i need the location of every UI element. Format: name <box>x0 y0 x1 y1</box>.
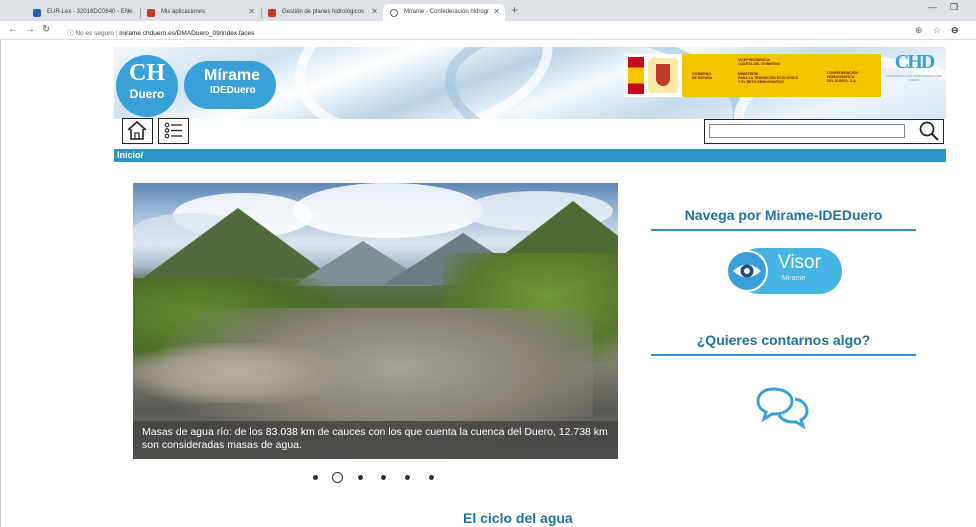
carousel-dot[interactable] <box>381 475 386 480</box>
list-menu-icon <box>164 122 182 139</box>
home-icon <box>127 120 147 140</box>
logo-duero-text: Duero <box>129 87 165 101</box>
tab-title: Mis aplicaciones <box>161 9 206 15</box>
insecure-label: No es seguro <box>75 30 114 37</box>
spain-coat-of-arms-icon <box>648 58 678 93</box>
carousel-dot[interactable] <box>313 475 318 480</box>
tab-eurlex[interactable]: EUR-Lex - 32018DC0640 - EN - ✕ <box>26 4 138 21</box>
search-box <box>704 119 944 144</box>
carousel-dot[interactable] <box>358 475 363 480</box>
logo-mirame-text: Mírame <box>204 67 261 84</box>
close-icon[interactable]: ✕ <box>493 7 500 16</box>
home-button[interactable] <box>122 118 153 144</box>
search-icon[interactable] <box>917 120 941 142</box>
tab-title: EUR-Lex - 32018DC0640 - EN - <box>47 9 133 15</box>
visor-sublabel: Mirame <box>782 275 806 282</box>
zoom-icon[interactable]: ⊕ <box>915 25 923 36</box>
contact-title: ¿Quieres contarnos algo? <box>696 332 871 348</box>
mirame-logo[interactable]: Mírame IDEDuero <box>184 61 276 109</box>
vicepresidencia-text: VICEPRESIDENCIA CUARTA DEL GOBIERNO <box>738 58 781 66</box>
app-favicon-icon <box>268 9 276 17</box>
tab-title: Mírame - Confederación hidrogr <box>404 9 490 15</box>
logo-ch-text: CH <box>129 60 165 86</box>
visor-label: Visor <box>778 252 821 273</box>
ch-duero-logo[interactable]: CH Duero <box>116 55 178 117</box>
globe-favicon-icon <box>390 9 398 17</box>
close-icon[interactable]: ✕ <box>248 7 255 16</box>
carousel-indicators <box>313 472 443 484</box>
carousel-dot-active[interactable] <box>332 472 343 483</box>
restore-icon[interactable]: ❐ <box>950 2 958 13</box>
url-text: mirame.chduero.es/DMADuero_09/index.face… <box>119 30 255 37</box>
breadcrumb[interactable]: Inicio/ <box>117 150 143 160</box>
app-favicon-icon <box>147 9 155 17</box>
chd-subtitle: CONFEDERACIÓN HIDROGRÁFICA DEL DUERO <box>885 74 943 82</box>
chat-bubbles-icon[interactable] <box>755 385 811 429</box>
logo-ideduero-text: IDEDuero <box>210 85 256 96</box>
forward-arrow-icon[interactable]: → <box>25 24 35 35</box>
ministerio-text: MINISTERIO PARA LA TRANSICIÓN ECOLÓGICA … <box>738 72 798 84</box>
tab-mirame[interactable]: Mírame - Confederación hidrogr ✕ <box>383 4 505 21</box>
navega-title: Navega por Mirame-IDEDuero <box>684 207 883 223</box>
carousel-slide[interactable]: Masas de agua río: de los 83.038 km de c… <box>133 183 618 459</box>
chd-logo: CHD CONFEDERACIÓN HIDROGRÁFICA DEL DUERO <box>884 51 944 115</box>
profile-icon[interactable]: ⊖ <box>951 25 959 36</box>
divider <box>651 229 916 231</box>
address-bar[interactable]: ⓘ No es seguro | mirame.chduero.es/DMADu… <box>67 24 927 37</box>
site-container: CH Duero Mírame IDEDuero GOBIERNO DE ESP… <box>114 40 946 527</box>
ciclo-agua-title: El ciclo del agua <box>463 510 573 526</box>
close-icon[interactable]: ✕ <box>371 7 378 16</box>
browser-tab-strip: EUR-Lex - 32018DC0640 - EN - ✕ Mis aplic… <box>0 0 976 21</box>
search-input[interactable] <box>709 124 905 138</box>
new-tab-plus-icon[interactable]: + <box>511 3 518 17</box>
eu-spain-flag-icon <box>628 57 644 94</box>
page-viewport: CH Duero Mírame IDEDuero GOBIERNO DE ESP… <box>0 40 976 527</box>
close-icon[interactable]: ✕ <box>126 7 133 16</box>
slide-caption: Masas de agua río: de los 83.038 km de c… <box>142 426 608 451</box>
eye-icon <box>733 264 761 278</box>
chd-letters: CHD <box>894 51 935 73</box>
reload-icon[interactable]: ↻ <box>42 24 50 35</box>
visor-eye-badge <box>726 250 768 292</box>
carousel-dot[interactable] <box>429 475 434 480</box>
ministry-band: GOBIERNO DE ESPAÑA VICEPRESIDENCIA CUART… <box>682 54 881 97</box>
minimize-icon[interactable]: — <box>928 2 937 12</box>
tab-gestion-planes[interactable]: Gestión de planes hidrológicos ✕ <box>261 4 383 21</box>
tab-mis-aplicaciones[interactable]: Mis aplicaciones ✕ <box>140 4 260 21</box>
bookmark-star-icon[interactable]: ☆ <box>933 25 941 36</box>
tab-title: Gestión de planes hidrológicos <box>282 9 365 15</box>
eurlex-favicon-icon <box>33 9 41 17</box>
government-logo-block: GOBIERNO DE ESPAÑA VICEPRESIDENCIA CUART… <box>624 54 881 97</box>
menu-button[interactable] <box>158 118 189 144</box>
confederacion-text: CONFEDERACIÓN HIDROGRÁFICA DEL DUERO, O.… <box>827 71 858 83</box>
gobierno-espana-text: GOBIERNO DE ESPAÑA <box>692 72 713 80</box>
browser-toolbar: ← → ↻ ⓘ No es seguro | mirame.chduero.es… <box>0 21 976 40</box>
header-banner: CH Duero Mírame IDEDuero GOBIERNO DE ESP… <box>114 47 946 119</box>
visor-button[interactable]: Visor Mirame <box>726 248 842 294</box>
breadcrumb-bar: Inicio/ <box>114 149 946 162</box>
river-stones <box>133 343 343 403</box>
back-arrow-icon[interactable]: ← <box>8 24 18 35</box>
divider <box>651 354 916 356</box>
carousel-dot[interactable] <box>405 475 410 480</box>
